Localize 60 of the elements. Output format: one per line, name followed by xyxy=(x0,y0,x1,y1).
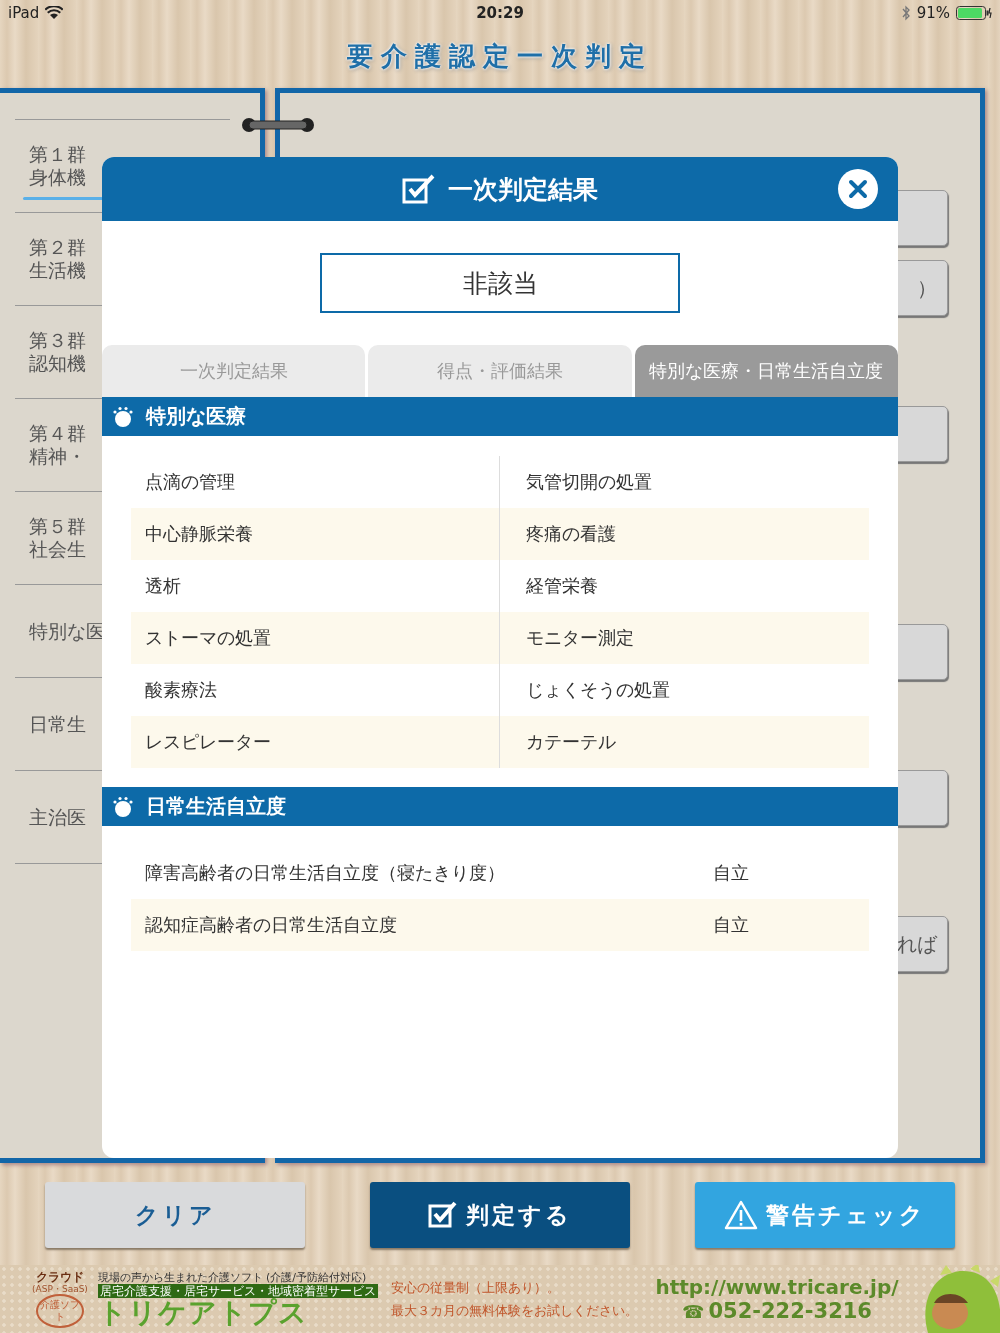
table-cell: レスピレーター xyxy=(131,716,500,768)
phone-icon: ☎ xyxy=(682,1300,705,1322)
sidebar-item[interactable]: 主治医 xyxy=(29,805,86,829)
table-cell-text: 認知症高齢者の日常生活自立度 xyxy=(144,913,398,937)
support-note: (介護/予防給付対応) xyxy=(266,1270,367,1284)
sidebar-item[interactable]: 認知機 xyxy=(29,352,86,375)
care-soft-badge: 介護ソフト xyxy=(36,1293,84,1328)
table-cell: 中心静脈栄養 xyxy=(131,508,500,560)
brand-name: トリケアトプス xyxy=(98,1297,308,1328)
close-button[interactable] xyxy=(838,169,878,209)
warning-check-button[interactable]: 警告チェック xyxy=(695,1182,955,1248)
tab[interactable]: 特別な医療・日常生活自立度 xyxy=(634,345,898,397)
promo-text: 最大３カ月の無料体験をお試しください。 xyxy=(391,1302,639,1319)
table-cell-text: 経管栄養 xyxy=(525,574,599,598)
judge-button[interactable]: 判定する xyxy=(370,1182,630,1248)
section-title: 特別な医療 xyxy=(146,403,246,430)
section-title: 日常生活自立度 xyxy=(146,793,286,820)
bullet-icon xyxy=(112,795,134,818)
dialog-title: 一次判定結果 xyxy=(448,173,598,206)
result-field: 非該当 xyxy=(320,253,680,313)
wifi-icon xyxy=(45,6,64,20)
tagline: 現場の声から生まれた介護ソフト xyxy=(98,1270,263,1284)
sidebar-group[interactable]: 第５群 xyxy=(29,515,86,538)
clear-button[interactable]: クリア xyxy=(45,1182,305,1248)
table-cell-text: 障害高齢者の日常生活自立度（寝たきり度） xyxy=(144,861,506,885)
binder-ring-icon xyxy=(240,116,316,134)
services-tag: 居宅介護支援・居宅サービス・地域密着型サービス xyxy=(98,1283,378,1298)
battery-percent: 91% xyxy=(916,4,950,22)
cloud-sublabel: (ASP・SaaS) xyxy=(32,1283,88,1294)
checkbox-icon xyxy=(402,174,436,204)
table-cell-text: カテーテル xyxy=(525,730,617,754)
cloud-label: クラウド xyxy=(36,1270,84,1284)
sidebar-group[interactable]: 第３群 xyxy=(29,329,86,352)
sidebar-group[interactable]: 第１群 xyxy=(29,143,86,166)
table-cell-text: 気管切開の処置 xyxy=(525,470,653,494)
close-icon xyxy=(848,179,868,199)
checkbox-icon xyxy=(428,1201,458,1229)
sidebar-item[interactable]: 社会生 xyxy=(29,538,86,561)
battery-icon xyxy=(956,6,992,20)
sidebar-group[interactable]: 第２群 xyxy=(29,236,86,259)
app-title: 要介護認定一次判定 xyxy=(347,39,653,73)
table-cell: 自立 xyxy=(713,861,749,885)
promo-text: 安心の従量制（上限あり）。 xyxy=(391,1279,561,1296)
sidebar-item[interactable]: 生活機 xyxy=(29,259,86,282)
warning-icon xyxy=(724,1200,758,1230)
sidebar-item[interactable]: 精神・ xyxy=(29,445,86,468)
sidebar-group[interactable]: 第４群 xyxy=(29,422,86,445)
table-cell-text: じょくそうの処置 xyxy=(525,678,671,702)
status-time: 20:29 xyxy=(476,4,524,22)
table-cell: 自立 xyxy=(713,913,749,937)
sidebar-item[interactable]: 身体機 xyxy=(29,166,86,189)
table-cell-text: モニター測定 xyxy=(525,626,635,650)
bullet-icon xyxy=(112,405,134,428)
sidebar-item[interactable]: 特別な医 xyxy=(29,619,105,643)
bluetooth-icon xyxy=(900,5,911,21)
table-cell: ストーマの処置 xyxy=(131,612,500,664)
table-cell-text: 疼痛の看護 xyxy=(525,522,617,546)
phone-number: 052-222-3216 xyxy=(708,1299,872,1323)
sidebar-item[interactable]: 日常生 xyxy=(29,712,86,736)
device-name: iPad xyxy=(8,4,40,22)
